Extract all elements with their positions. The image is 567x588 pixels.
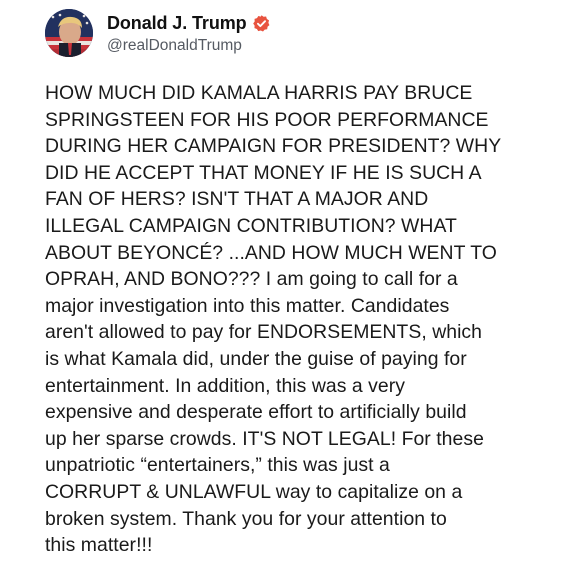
post-header: Donald J. Trump @realDonaldTrump	[45, 8, 271, 58]
name-row: Donald J. Trump	[107, 11, 271, 35]
profile-photo-icon	[45, 9, 93, 57]
author-identity: Donald J. Trump @realDonaldTrump	[107, 11, 271, 55]
verified-badge-icon	[252, 14, 271, 33]
author-display-name[interactable]: Donald J. Trump	[107, 13, 247, 34]
post-body-text: HOW MUCH DID KAMALA HARRIS PAY BRUCE SPR…	[45, 82, 502, 557]
post-card: Donald J. Trump @realDonaldTrump HOW MUC…	[0, 0, 567, 588]
avatar[interactable]	[45, 9, 93, 57]
author-handle[interactable]: @realDonaldTrump	[107, 37, 271, 55]
